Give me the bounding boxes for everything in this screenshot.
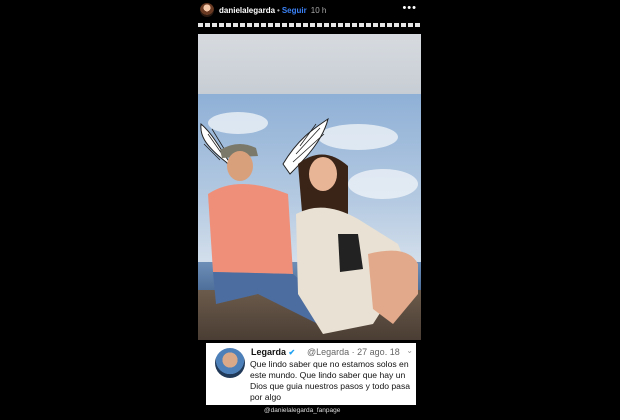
story-progress-bar — [198, 23, 421, 27]
tweet-handle-date: @Legarda · 27 ago. 18 — [307, 347, 400, 357]
story-photo — [198, 94, 421, 340]
story-top-band — [198, 34, 421, 94]
watermark: @danielalegarda_fanpage — [264, 407, 341, 414]
username[interactable]: danielalegarda — [219, 6, 275, 15]
people-illustration — [200, 117, 418, 334]
avatar[interactable] — [200, 3, 214, 17]
tweet-text: Que lindo saber que no estamos solos en … — [250, 359, 411, 402]
follow-button[interactable]: Seguir — [282, 6, 307, 15]
story-header: danielalegarda • Seguir 10 h ••• — [198, 0, 421, 20]
separator-dot: • — [277, 5, 280, 15]
more-icon[interactable]: ••• — [402, 2, 417, 14]
tweet-avatar — [215, 348, 245, 378]
tweet-card: Legarda ✔ @Legarda · 27 ago. 18 ⌄ Que li… — [206, 343, 416, 405]
timestamp: 10 h — [310, 5, 327, 15]
verified-icon: ✔ — [288, 348, 296, 357]
tweet-author: Legarda ✔ — [251, 347, 296, 357]
chevron-down-icon: ⌄ — [406, 346, 413, 355]
story-viewer[interactable]: danielalegarda • Seguir 10 h ••• Legarda… — [198, 0, 421, 420]
